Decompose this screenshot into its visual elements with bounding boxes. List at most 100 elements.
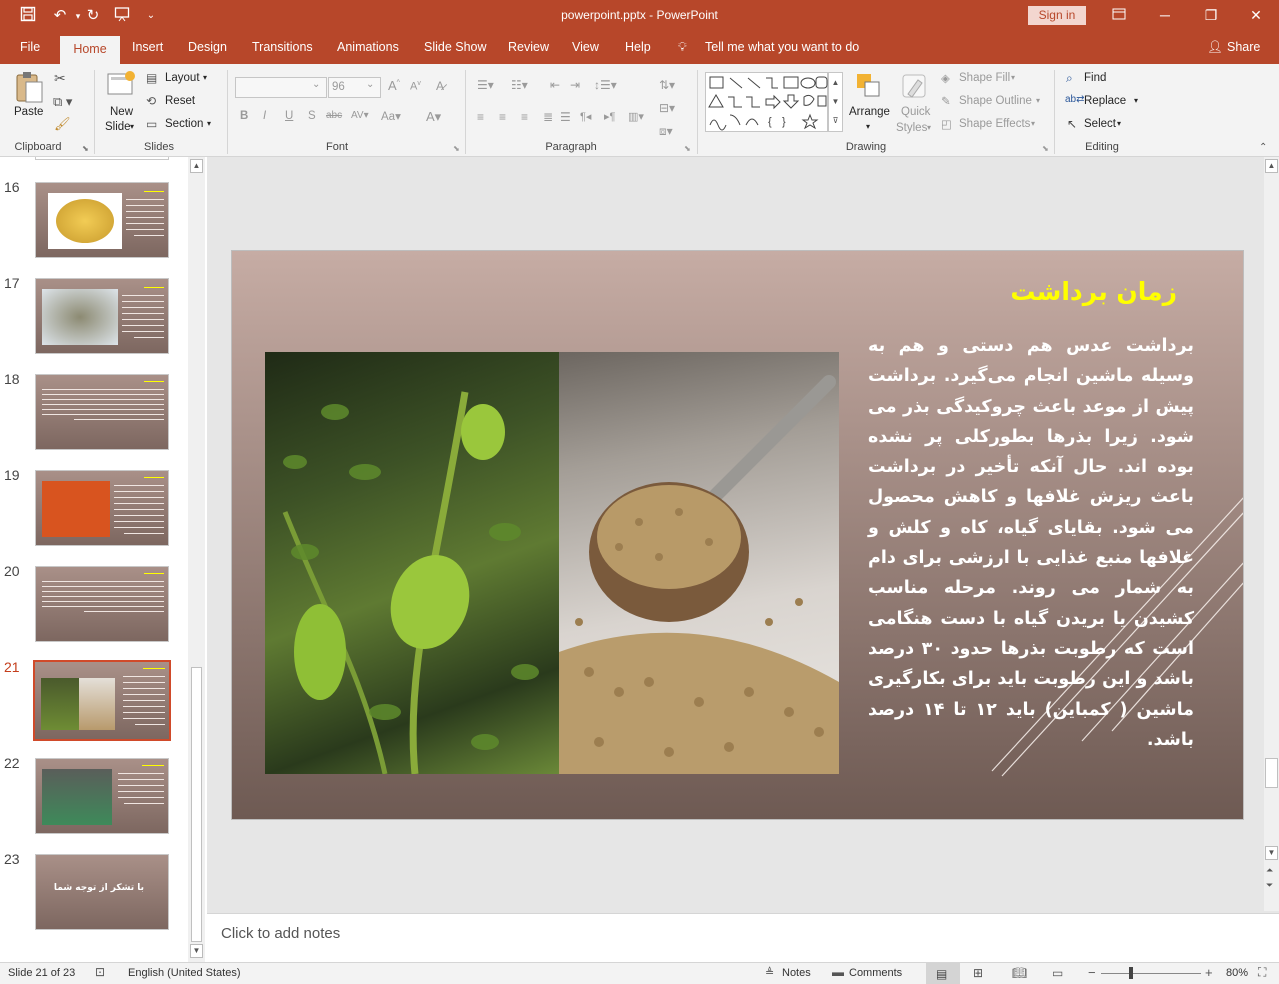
justify-icon[interactable]: ≣ [543,110,553,124]
reset-icon[interactable]: ⟲ [146,94,156,108]
ltr-icon[interactable]: ▸¶ [604,110,615,123]
scroll-up-icon[interactable]: ▲ [190,159,203,173]
scroll-down-icon[interactable]: ▼ [1265,846,1278,860]
layout-dropdown-icon[interactable]: ▾ [203,73,207,82]
rtl-icon[interactable]: ¶◂ [580,110,591,123]
zoom-level[interactable]: 80% [1226,967,1248,979]
spell-check-icon[interactable]: ⊡ [95,965,105,979]
section-icon[interactable]: ▭ [146,117,157,131]
columns-icon[interactable]: ▥▾ [628,110,644,123]
align-center-icon[interactable]: ≡ [499,110,506,124]
slide-thumbnail-16[interactable] [35,182,169,258]
select-button[interactable]: Select [1084,118,1116,130]
slide-scrollbar[interactable]: ▲ ▼ ⏶ ⏷ [1264,157,1279,911]
shape-effects-dropdown-icon[interactable]: ▾ [1031,119,1035,128]
chickpea-plant-image[interactable] [265,352,559,774]
shape-outline-icon[interactable]: ✎ [941,94,951,108]
notes-placeholder[interactable]: Click to add notes [221,925,340,942]
close-icon[interactable]: ✕ [1233,0,1279,32]
thumbnail-scrollbar[interactable]: ▲ ▼ [188,157,205,962]
normal-view-button[interactable]: ▤ [926,963,960,984]
minimize-icon[interactable]: ─ [1142,0,1188,32]
zoom-in-icon[interactable]: + [1205,965,1213,980]
layout-button[interactable]: Layout [165,72,200,84]
select-dropdown-icon[interactable]: ▾ [1117,119,1121,128]
align-right-icon[interactable]: ≡ [521,110,528,124]
tab-insert[interactable]: Insert [132,40,163,54]
arrange-icon[interactable] [855,72,883,103]
slide-thumbnail-20[interactable] [35,566,169,642]
slide-thumbnail-22[interactable] [35,758,169,834]
strikethrough-icon[interactable]: abc [326,110,342,121]
quick-styles-dropdown-icon[interactable]: ▾ [927,123,931,132]
decrease-indent-icon[interactable]: ⇤ [550,78,560,92]
distributed-icon[interactable]: ☰ [560,110,571,124]
layout-icon[interactable]: ▤ [146,71,157,85]
replace-dropdown-icon[interactable]: ▾ [1134,96,1138,105]
tab-home[interactable]: Home [60,36,120,64]
slide-scrollbar-thumb[interactable] [1265,758,1278,788]
shape-fill-dropdown-icon[interactable]: ▾ [1011,73,1015,82]
shapes-gallery-scroll[interactable]: ▲ ▼ ⊽ [828,72,843,132]
shape-fill-button[interactable]: Shape Fill [959,72,1010,84]
notes-pane[interactable]: Click to add notes [207,913,1279,962]
align-text-icon[interactable]: ⊟▾ [659,101,675,115]
align-left-icon[interactable]: ≡ [477,110,484,124]
shape-outline-button[interactable]: Shape Outline [959,95,1032,107]
clipboard-launcher-icon[interactable]: ⬊ [82,144,89,153]
font-name-dropdown-icon[interactable]: ⌄ [312,79,320,90]
notes-icon[interactable]: ≜ [765,966,774,979]
line-spacing-icon[interactable]: ↕☰▾ [594,78,617,92]
tab-help[interactable]: Help [625,40,651,54]
shape-effects-button[interactable]: Shape Effects [959,118,1030,130]
comments-icon[interactable]: ▬ [832,965,844,979]
find-button[interactable]: Find [1084,72,1106,84]
arrange-button[interactable]: Arrange [849,106,890,118]
text-direction-icon[interactable]: ⇅▾ [659,78,675,92]
decrease-font-size-icon[interactable]: Av [410,80,421,93]
next-slide-icon[interactable]: ⏷ [1266,880,1273,891]
tab-file[interactable]: File [20,40,40,54]
notes-button[interactable]: Notes [782,967,811,979]
arrange-dropdown-icon[interactable]: ▾ [866,122,870,131]
scroll-up-icon[interactable]: ▲ [1265,159,1278,173]
copy-icon[interactable]: ⧉ ▾ [53,94,72,110]
font-launcher-icon[interactable]: ⬊ [453,144,460,153]
tab-animations[interactable]: Animations [337,40,399,54]
bullets-icon[interactable]: ☰▾ [477,78,494,92]
tab-transitions[interactable]: Transitions [252,40,313,54]
font-color-icon[interactable]: A▾ [426,109,441,125]
clear-formatting-icon[interactable]: A̷ [436,79,444,93]
paste-button[interactable]: Paste [14,106,43,118]
sign-in-button[interactable]: Sign in [1028,6,1086,25]
change-case-icon[interactable]: Aa▾ [381,109,401,123]
italic-icon[interactable]: I [263,110,266,122]
new-slide-icon[interactable] [106,70,136,103]
thumbnail-partial[interactable] [35,157,169,160]
share-button[interactable]: Share [1227,40,1260,54]
character-spacing-icon[interactable]: AV▾ [351,110,369,121]
zoom-slider-thumb[interactable] [1128,967,1133,979]
shape-outline-dropdown-icon[interactable]: ▾ [1036,96,1040,105]
quick-styles-icon[interactable] [900,72,930,105]
replace-icon[interactable]: ab⇄ [1065,94,1085,105]
slide-thumbnail-17[interactable] [35,278,169,354]
fit-to-window-icon[interactable]: ⛶ [1258,965,1266,980]
drawing-launcher-icon[interactable]: ⬊ [1042,144,1049,153]
text-shadow-icon[interactable]: S [308,110,316,122]
slide-thumbnail-19[interactable] [35,470,169,546]
underline-icon[interactable]: U [285,110,293,122]
increase-font-size-icon[interactable]: A^ [388,78,400,93]
slide-thumbnail-23[interactable]: با تشکر از توجه شما [35,854,169,930]
tab-design[interactable]: Design [188,40,227,54]
slide-canvas[interactable]: زمان برداشت برداشت عدس هم دستی و هم به و… [231,250,1244,820]
find-icon[interactable]: ⌕ [1066,71,1073,86]
language-indicator[interactable]: English (United States) [128,967,241,979]
slide-body-text[interactable]: برداشت عدس هم دستی و هم به وسیله ماشین ا… [868,331,1194,755]
slide-sorter-icon[interactable]: ⊞ [973,966,983,980]
scroll-down-icon[interactable]: ▼ [190,944,203,958]
slide-thumbnail-21-selected[interactable] [33,660,171,741]
slideshow-view-icon[interactable]: ▭ [1052,966,1063,980]
slide-title[interactable]: زمان برداشت [232,277,1177,306]
smartart-icon[interactable]: ⧈▾ [659,124,673,139]
